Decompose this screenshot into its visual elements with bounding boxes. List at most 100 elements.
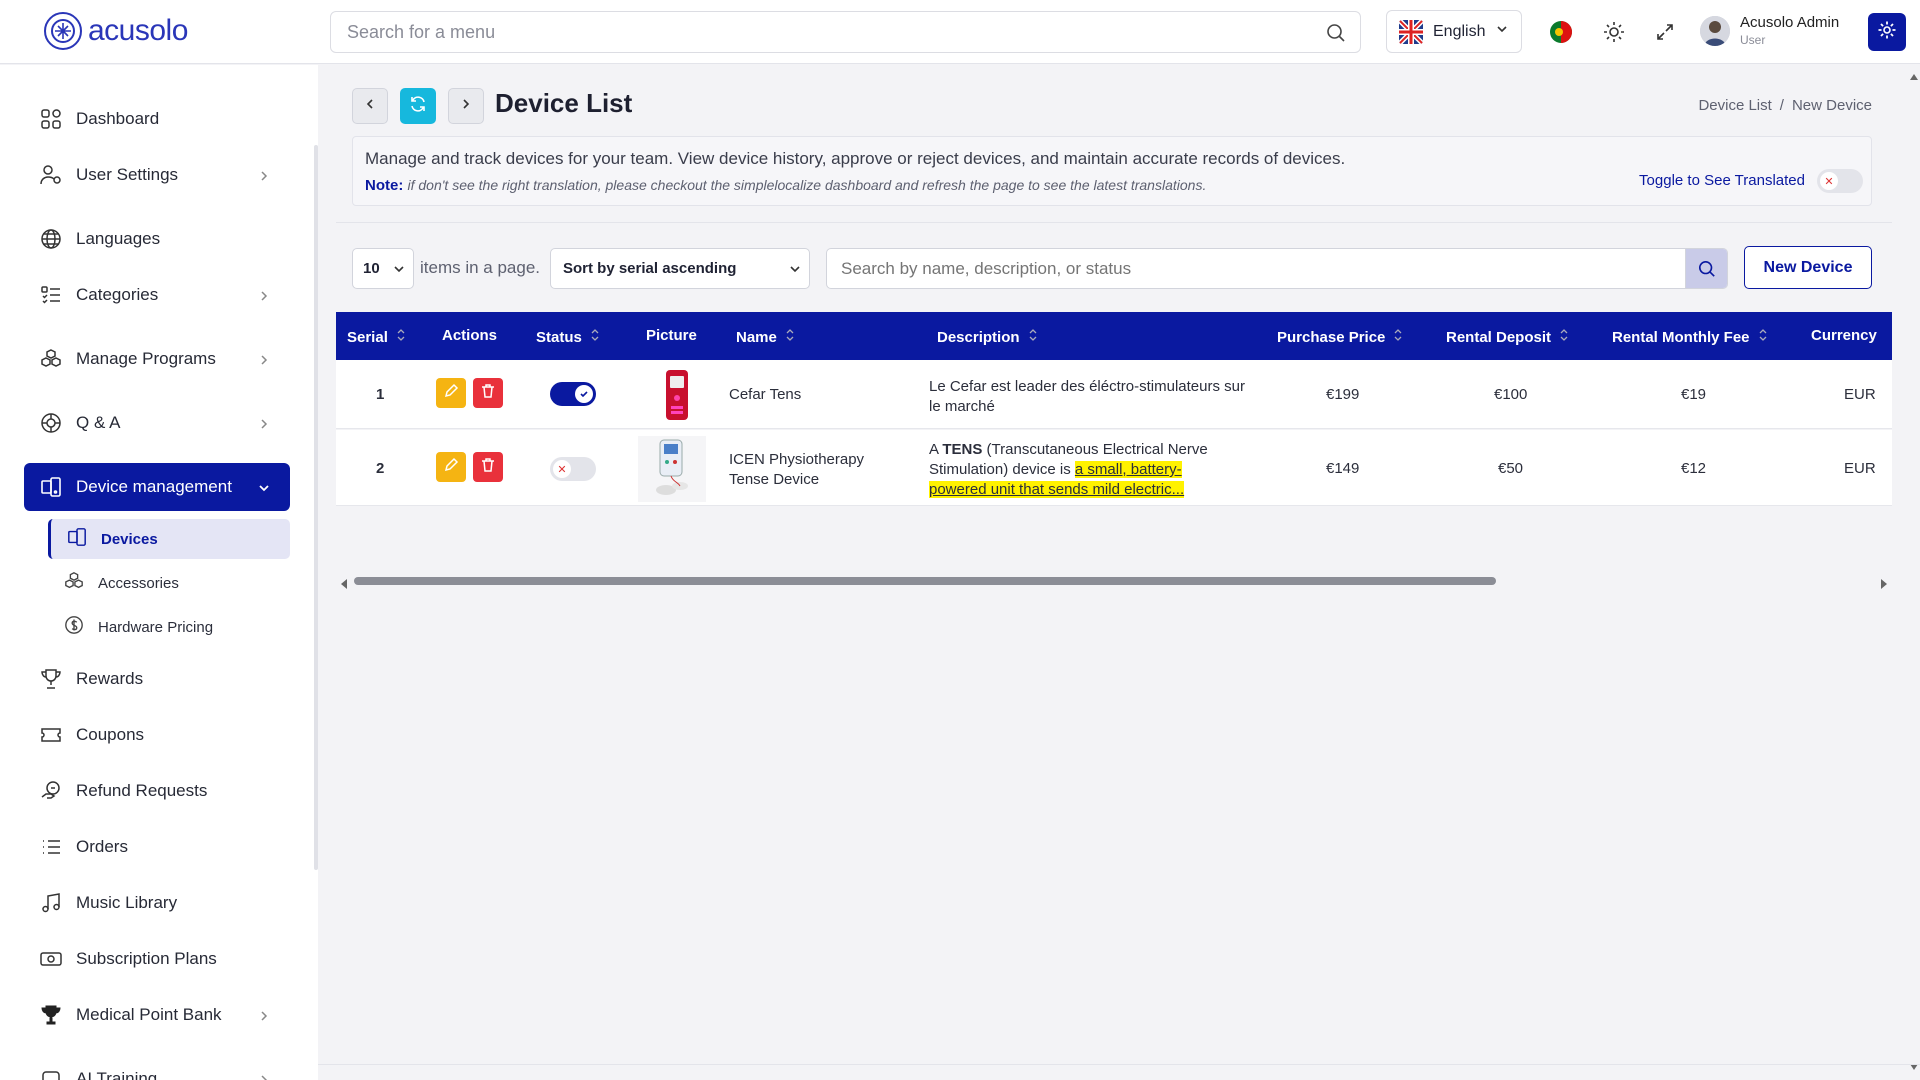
sidebar-item-label: Subscription Plans	[76, 949, 217, 968]
menu-search-input[interactable]	[331, 12, 1360, 52]
cash-icon	[40, 948, 62, 970]
refresh-icon	[409, 95, 427, 118]
sidebar-item-rewards[interactable]: Rewards	[24, 655, 290, 703]
close-icon: ✕	[553, 460, 571, 478]
sidebar-item-categories[interactable]: Categories	[24, 271, 290, 319]
search-icon[interactable]	[1685, 249, 1727, 288]
sidebar-subitem-label: Devices	[101, 530, 158, 548]
close-icon: ✕	[1820, 172, 1838, 190]
menu-search[interactable]	[330, 11, 1361, 53]
header-rental-monthly-fee[interactable]: Rental Monthly Fee	[1612, 327, 1768, 347]
header-rental-deposit[interactable]: Rental Deposit	[1446, 327, 1569, 347]
theme-toggle-icon[interactable]	[1600, 18, 1628, 46]
sidebar-item-languages[interactable]: Languages	[24, 215, 290, 263]
name-cell: Cefar Tens	[729, 386, 802, 403]
scroll-down-arrow-icon[interactable]	[1910, 1058, 1918, 1076]
sidebar-item-label: Refund Requests	[76, 781, 208, 800]
translation-note: Note: if don't see the right translation…	[365, 177, 1206, 194]
header-name[interactable]: Name	[736, 327, 795, 347]
sidebar-subitem-devices[interactable]: Devices	[48, 519, 290, 559]
delete-button[interactable]	[473, 378, 503, 408]
chevron-right-icon	[258, 1007, 270, 1027]
breadcrumb-device-list[interactable]: Device List	[1698, 97, 1771, 114]
sidebar-item-dashboard[interactable]: Dashboard	[24, 95, 290, 143]
new-device-button[interactable]: New Device	[1744, 246, 1872, 289]
scrollbar-thumb[interactable]	[354, 577, 1496, 585]
scroll-left-arrow-icon[interactable]	[340, 576, 348, 594]
sidebar-item-medical-point-bank[interactable]: Medical Point Bank	[24, 991, 290, 1039]
page-title: Device List	[495, 88, 633, 118]
edit-button[interactable]	[436, 378, 466, 408]
header-currency: Currency	[1811, 327, 1877, 344]
sidebar: Dashboard User Settings Languages Catego…	[0, 65, 318, 1080]
header-status[interactable]: Status	[536, 327, 600, 347]
header-serial[interactable]: Serial	[347, 327, 406, 347]
sidebar-item-user-settings[interactable]: User Settings	[24, 151, 290, 199]
scroll-right-arrow-icon[interactable]	[1880, 576, 1888, 594]
sidebar-item-label: Q & A	[76, 413, 121, 432]
scroll-up-arrow-icon[interactable]	[1910, 68, 1918, 86]
sidebar-item-music-library[interactable]: Music Library	[24, 879, 290, 927]
chevron-down-icon	[393, 262, 405, 279]
uk-flag-icon	[1399, 19, 1423, 44]
sort-icon	[396, 327, 406, 347]
header-actions: Actions	[442, 327, 498, 344]
forward-button[interactable]	[448, 88, 484, 124]
sidebar-item-label: Manage Programs	[76, 349, 216, 368]
page-size-select[interactable]: 10	[352, 248, 414, 289]
sidebar-item-refund-requests[interactable]: Refund Requests	[24, 767, 290, 815]
settings-button[interactable]	[1868, 13, 1906, 51]
sidebar-item-device-management[interactable]: Device management	[24, 463, 290, 511]
translate-toggle[interactable]: ✕	[1817, 169, 1863, 193]
language-select[interactable]: English	[1386, 10, 1522, 53]
devices-icon	[40, 476, 62, 498]
sidebar-item-label: Dashboard	[76, 109, 160, 128]
sidebar-item-coupons[interactable]: Coupons	[24, 711, 290, 759]
rental-deposit-cell: €50	[1498, 460, 1524, 477]
description-cell: Le Cefar est leader des éléctro-stimulat…	[929, 378, 1245, 415]
sort-icon	[1559, 327, 1569, 347]
status-toggle[interactable]: ✕	[550, 457, 596, 481]
user-menu[interactable]: Acusolo Admin User	[1700, 14, 1839, 47]
purchase-price-cell: €199	[1326, 386, 1360, 403]
breadcrumb-new-device[interactable]: New Device	[1792, 97, 1872, 114]
sidebar-subitem-accessories[interactable]: Accessories	[48, 563, 290, 603]
delete-button[interactable]	[473, 452, 503, 482]
status-toggle[interactable]	[550, 382, 596, 406]
edit-button[interactable]	[436, 452, 466, 482]
description-cell: A TENS (Transcutaneous Electrical Nerve …	[929, 441, 1208, 498]
brand-logo[interactable]: acusolo	[44, 12, 188, 50]
horizontal-scrollbar[interactable]	[340, 576, 1888, 589]
device-search-input[interactable]	[827, 249, 1685, 288]
device-picture	[638, 436, 706, 502]
page-scrollbar[interactable]	[1908, 64, 1920, 1080]
fullscreen-icon[interactable]	[1651, 18, 1679, 46]
sidebar-subitem-hardware-pricing[interactable]: Hardware Pricing	[48, 607, 290, 647]
sidebar-item-label: Device management	[76, 477, 232, 496]
chevron-down-icon	[789, 262, 801, 279]
sidebar-item-subscription-plans[interactable]: Subscription Plans	[24, 935, 290, 983]
device-search[interactable]	[826, 248, 1728, 289]
logo-icon	[44, 12, 82, 50]
sidebar-item-label: Music Library	[76, 893, 178, 912]
sidebar-item-orders[interactable]: Orders	[24, 823, 290, 871]
refresh-button[interactable]	[400, 88, 436, 124]
chevron-right-icon	[258, 351, 270, 371]
name-line: Tense Device	[729, 471, 820, 488]
back-button[interactable]	[352, 88, 388, 124]
search-icon[interactable]	[1326, 23, 1346, 48]
sidebar-item-label: Rewards	[76, 669, 144, 688]
sort-select[interactable]: Sort by serial ascending	[550, 248, 810, 289]
header-purchase-price[interactable]: Purchase Price	[1277, 327, 1403, 347]
sidebar-item-ai-training[interactable]: AI Training	[24, 1055, 290, 1080]
header-description[interactable]: Description	[937, 327, 1038, 347]
sidebar-subitem-label: Accessories	[98, 574, 179, 592]
region-flag-icon[interactable]	[1547, 18, 1575, 46]
page-size-value: 10	[363, 260, 380, 277]
table-header: Serial Actions Status Picture Name Descr…	[336, 312, 1892, 360]
sort-icon	[1393, 327, 1403, 347]
sidebar-scrollbar[interactable]	[314, 145, 318, 870]
sidebar-item-manage-programs[interactable]: Manage Programs	[24, 335, 290, 383]
sidebar-item-qa[interactable]: Q & A	[24, 399, 290, 447]
note-label: Note:	[365, 177, 404, 194]
